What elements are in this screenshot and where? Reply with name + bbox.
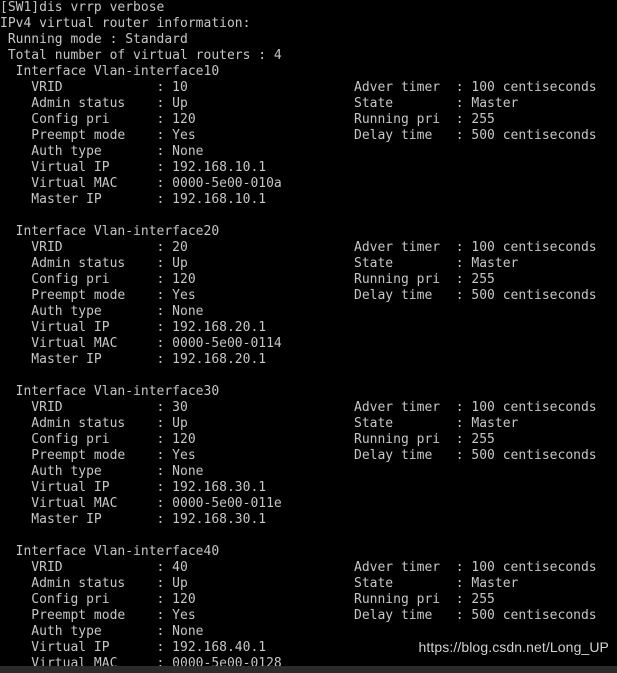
interface-detail-line: Auth type : None <box>0 304 617 320</box>
console-line-left: Virtual IP : 192.168.20.1 <box>0 320 267 335</box>
interface-header-line: Interface Vlan-interface40 <box>0 544 617 560</box>
console-line-left: VRID : 40 <box>0 560 188 575</box>
interface-detail-line: Config pri : 120 Running pri : 255 <box>0 272 617 288</box>
console-line-right: Adver timer : 100 centiseconds <box>354 80 597 95</box>
command-prompt-line: [SW1]dis vrrp verbose <box>0 0 617 16</box>
console-line-right: State : Master <box>354 96 519 111</box>
console-line-left: Config pri : 120 <box>0 272 196 287</box>
console-line-right: Running pri : 255 <box>354 432 495 447</box>
console-line-left: Interface Vlan-interface40 <box>0 544 220 559</box>
console-line-left: Preempt mode : Yes <box>0 608 196 623</box>
interface-header-line: Interface Vlan-interface30 <box>0 384 617 400</box>
console-line-right: Running pri : 255 <box>354 272 495 287</box>
console-line-right: Adver timer : 100 centiseconds <box>354 560 597 575</box>
block-separator-line <box>0 208 617 224</box>
interface-detail-line: Auth type : None <box>0 144 617 160</box>
console-line-left: Interface Vlan-interface30 <box>0 384 220 399</box>
interface-detail-line: Admin status : Up State : Master <box>0 576 617 592</box>
console-line-right: Adver timer : 100 centiseconds <box>354 240 597 255</box>
interface-detail-line: Virtual IP : 192.168.10.1 <box>0 160 617 176</box>
interface-detail-line: Master IP : 192.168.20.1 <box>0 352 617 368</box>
interface-detail-line: Virtual MAC : 0000-5e00-010a <box>0 176 617 192</box>
interface-detail-line: VRID : 40 Adver timer : 100 centiseconds <box>0 560 617 576</box>
block-separator-line <box>0 528 617 544</box>
interface-detail-line: VRID : 20 Adver timer : 100 centiseconds <box>0 240 617 256</box>
interface-header-line: Interface Vlan-interface20 <box>0 224 617 240</box>
console-line-left: Preempt mode : Yes <box>0 448 196 463</box>
total-routers-line: Total number of virtual routers : 4 <box>0 48 617 64</box>
console-line-left: Admin status : Up <box>0 96 188 111</box>
console-line-left: Auth type : None <box>0 464 204 479</box>
interface-detail-line: Admin status : Up State : Master <box>0 96 617 112</box>
interface-detail-line: Preempt mode : Yes Delay time : 500 centi… <box>0 448 617 464</box>
interface-detail-line: Virtual MAC : 0000-5e00-0114 <box>0 336 617 352</box>
interface-detail-line: Auth type : None <box>0 624 617 640</box>
console-line-left: Auth type : None <box>0 304 204 319</box>
block-separator-line <box>0 368 617 384</box>
interface-detail-line: Auth type : None <box>0 464 617 480</box>
console-line-left: Master IP : 192.168.30.1 <box>0 512 267 527</box>
console-line-left: Auth type : None <box>0 144 204 159</box>
console-line-left: Admin status : Up <box>0 576 188 591</box>
console-line-left: Config pri : 120 <box>0 112 196 127</box>
interface-detail-line: Preempt mode : Yes Delay time : 500 centi… <box>0 128 617 144</box>
interface-detail-line: Admin status : Up State : Master <box>0 416 617 432</box>
interface-detail-line: Config pri : 120 Running pri : 255 <box>0 432 617 448</box>
console-line-left: Virtual IP : 192.168.30.1 <box>0 480 267 495</box>
console-line-left: Running mode : Standard <box>0 32 188 47</box>
console-line-right: Delay time : 500 centiseconds <box>354 448 597 463</box>
console-line-left: VRID : 30 <box>0 400 188 415</box>
interface-detail-line: Preempt mode : Yes Delay time : 500 centi… <box>0 608 617 624</box>
console-line-left: Config pri : 120 <box>0 592 196 607</box>
console-line-left: Total number of virtual routers : 4 <box>0 48 282 63</box>
console-line-left: Virtual MAC : 0000-5e00-0114 <box>0 336 282 351</box>
interface-detail-line: Virtual IP : 192.168.20.1 <box>0 320 617 336</box>
console-line-left: Preempt mode : Yes <box>0 128 196 143</box>
console-line-left: Preempt mode : Yes <box>0 288 196 303</box>
console-line-left: VRID : 10 <box>0 80 188 95</box>
interface-detail-line: VRID : 10 Adver timer : 100 centiseconds <box>0 80 617 96</box>
console-line-right: State : Master <box>354 256 519 271</box>
interface-detail-line: Virtual MAC : 0000-5e00-011e <box>0 496 617 512</box>
interface-detail-line: VRID : 30 Adver timer : 100 centiseconds <box>0 400 617 416</box>
console-line-left: Interface Vlan-interface20 <box>0 224 220 239</box>
console-line-left: Virtual IP : 192.168.40.1 <box>0 640 267 655</box>
console-line-left: Admin status : Up <box>0 256 188 271</box>
console-line-right: Delay time : 500 centiseconds <box>354 288 597 303</box>
console-output: [SW1]dis vrrp verbose IPv4 virtual router… <box>0 0 617 672</box>
terminal-bottom-bar <box>0 666 617 673</box>
console-line-left: Config pri : 120 <box>0 432 196 447</box>
console-line-left: IPv4 virtual router information: <box>0 16 251 31</box>
interface-detail-line: Master IP : 192.168.10.1 <box>0 192 617 208</box>
console-line-left: Auth type : None <box>0 624 204 639</box>
watermark-text: https://blog.csdn.net/Long_UP <box>418 639 609 655</box>
console-line-left: Virtual MAC : 0000-5e00-011e <box>0 496 282 511</box>
console-line-left: Master IP : 192.168.20.1 <box>0 352 267 367</box>
interface-detail-line: Preempt mode : Yes Delay time : 500 centi… <box>0 288 617 304</box>
console-line-left: VRID : 20 <box>0 240 188 255</box>
console-line-left: Virtual MAC : 0000-5e00-010a <box>0 176 282 191</box>
console-line-left: Admin status : Up <box>0 416 188 431</box>
console-line-left: Virtual IP : 192.168.10.1 <box>0 160 267 175</box>
output-header-line: IPv4 virtual router information: <box>0 16 617 32</box>
console-line-right: State : Master <box>354 416 519 431</box>
console-line-right: State : Master <box>354 576 519 591</box>
console-line-left: Master IP : 192.168.10.1 <box>0 192 267 207</box>
console-line-right: Adver timer : 100 centiseconds <box>354 400 597 415</box>
console-line-right: Delay time : 500 centiseconds <box>354 128 597 143</box>
running-mode-line: Running mode : Standard <box>0 32 617 48</box>
interface-detail-line: Virtual IP : 192.168.30.1 <box>0 480 617 496</box>
interface-detail-line: Config pri : 120 Running pri : 255 <box>0 112 617 128</box>
console-line-left: Interface Vlan-interface10 <box>0 64 220 79</box>
terminal-window[interactable]: [SW1]dis vrrp verbose IPv4 virtual router… <box>0 0 617 673</box>
interface-header-line: Interface Vlan-interface10 <box>0 64 617 80</box>
console-line-right: Running pri : 255 <box>354 112 495 127</box>
console-line-right: Delay time : 500 centiseconds <box>354 608 597 623</box>
console-line-right: Running pri : 255 <box>354 592 495 607</box>
console-line-left: [SW1]dis vrrp verbose <box>0 0 165 15</box>
interface-detail-line: Admin status : Up State : Master <box>0 256 617 272</box>
interface-detail-line: Master IP : 192.168.30.1 <box>0 512 617 528</box>
interface-detail-line: Config pri : 120 Running pri : 255 <box>0 592 617 608</box>
